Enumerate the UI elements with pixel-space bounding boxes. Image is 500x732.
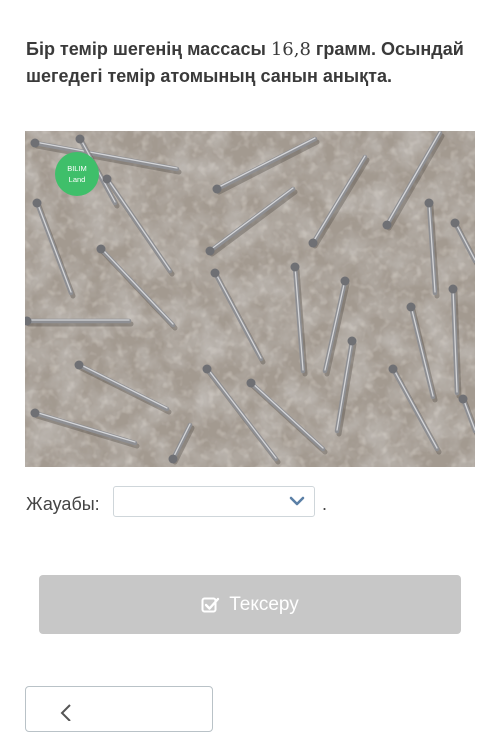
question-text-part1: Бір темір шегенің массасы <box>26 39 271 59</box>
svg-text:Land: Land <box>69 175 86 184</box>
mass-value: 16,8 <box>270 39 311 60</box>
bilimland-logo: BILIM Land <box>55 152 99 196</box>
nails-photo: BILIM Land <box>25 131 475 467</box>
chevron-down-icon <box>288 494 306 513</box>
question-text: Бір темір шегенің массасы 16,8 грамм. Ос… <box>26 36 486 90</box>
answer-dropdown[interactable] <box>113 486 315 517</box>
svg-text:BILIM: BILIM <box>67 164 87 173</box>
check-button-label: Тексеру <box>229 593 299 615</box>
arrow-left-icon <box>56 701 86 726</box>
answer-label: Жауабы: <box>26 494 100 514</box>
answer-trailing-dot: . <box>322 494 328 514</box>
back-button[interactable] <box>25 686 213 732</box>
check-button[interactable]: Тексеру <box>39 575 461 634</box>
checkbox-check-icon <box>201 596 221 614</box>
